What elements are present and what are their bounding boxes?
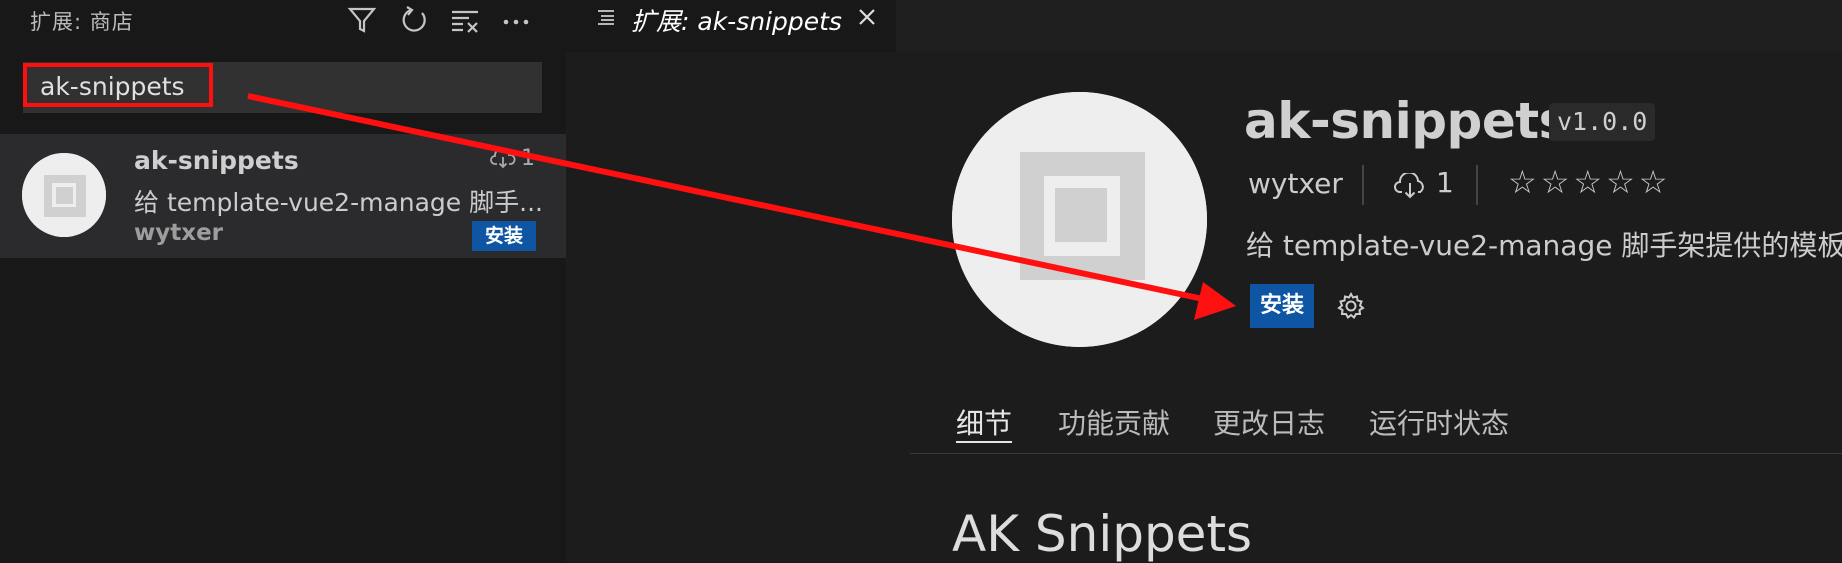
extension-description: 给 template-vue2-manage 脚手架提供的模板库: [1246, 229, 1842, 262]
divider: [1362, 165, 1364, 205]
tab-label: 扩展: ak-snippets: [631, 7, 842, 36]
extension-title: ak-snippets: [1244, 92, 1568, 150]
publisher-link[interactable]: wytxer: [1248, 167, 1343, 200]
version-badge: v1.0.0: [1549, 103, 1656, 141]
tab-changelog[interactable]: 更改日志: [1213, 402, 1325, 442]
extension-name: ak-snippets: [134, 146, 299, 175]
tab-runtime-status[interactable]: 运行时状态: [1369, 402, 1509, 442]
cloud-download-icon: [1393, 171, 1427, 199]
extension-icon: [22, 153, 106, 237]
more-icon[interactable]: [500, 4, 532, 36]
install-button[interactable]: 安装: [472, 221, 536, 251]
tab-details[interactable]: 细节: [956, 402, 1012, 442]
sidebar-title: 扩展: 商店: [30, 10, 134, 34]
install-button[interactable]: 安装: [1250, 284, 1314, 328]
rating-stars[interactable]: ☆☆☆☆☆: [1508, 163, 1671, 201]
install-count: 1: [1436, 166, 1454, 199]
search-highlight-box: [23, 63, 213, 107]
divider: [1476, 165, 1478, 205]
extension-publisher: wytxer: [134, 220, 224, 246]
editor-tab-bar: 扩展: ak-snippets: [566, 0, 1842, 52]
cloud-download-icon: [490, 147, 516, 169]
download-count: 1: [521, 146, 535, 171]
extension-icon-large: [952, 92, 1207, 347]
readme-heading: AK Snippets: [952, 505, 1253, 563]
preview-icon: [596, 8, 616, 28]
clear-results-icon[interactable]: [449, 4, 481, 36]
gear-icon[interactable]: [1336, 291, 1366, 321]
extension-description: 给 template-vue2-manage 脚手...: [134, 188, 543, 217]
extension-list-item[interactable]: ak-snippets 1 给 template-vue2-manage 脚手.…: [0, 134, 566, 258]
filter-icon[interactable]: [346, 4, 378, 36]
close-icon[interactable]: [856, 6, 878, 28]
refresh-icon[interactable]: [398, 4, 430, 36]
tab-extension-details[interactable]: 扩展: ak-snippets: [566, 0, 896, 52]
tab-feature-contributions[interactable]: 功能贡献: [1058, 402, 1170, 442]
tabs-divider: [910, 453, 1842, 454]
